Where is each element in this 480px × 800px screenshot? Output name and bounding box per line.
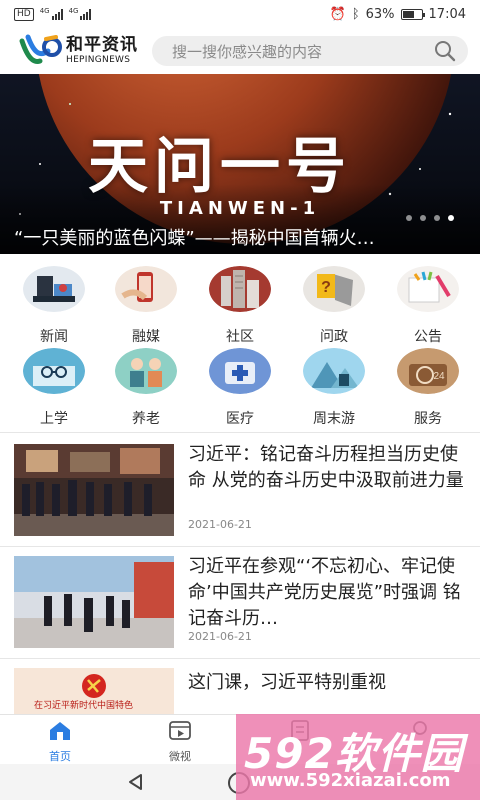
banner-caption[interactable]: “一只美丽的蓝色闪蝶”——揭秘中国首辆火… xyxy=(14,224,375,250)
news-thumbnail: 在习近平新时代中国特色 xyxy=(14,668,174,714)
news-thumbnail xyxy=(14,444,174,536)
category-label: 服务 xyxy=(414,411,442,427)
search-icon[interactable] xyxy=(434,40,456,62)
divider xyxy=(0,432,480,433)
watermark: 592软件园 www.592xiazai.com xyxy=(236,714,480,800)
carousel-dot[interactable] xyxy=(420,215,426,221)
battery-icon xyxy=(400,8,425,20)
hd-badge: HD xyxy=(14,7,34,21)
logo-mark-icon xyxy=(19,34,62,64)
app-header: 和平资讯 HEPINGNEWS 搜一搜你感兴趣的内容 xyxy=(0,28,480,74)
news-date: 2021-06-21 xyxy=(188,518,252,531)
status-bar: HD 4G 4G ⏰ ᛒ 63% 17:04 xyxy=(0,0,480,28)
tab-video[interactable]: 微视 xyxy=(120,715,240,764)
banner-title: 天问一号 xyxy=(88,132,352,202)
category-inquiry[interactable]: ? 问政 xyxy=(294,266,374,346)
app-logo[interactable]: 和平资讯 HEPINGNEWS xyxy=(18,33,138,69)
tab-home[interactable]: 首页 xyxy=(0,715,120,764)
bluetooth-icon: ᛒ xyxy=(351,6,360,22)
watermark-url: www.592xiazai.com xyxy=(250,770,451,791)
tab-label: 首页 xyxy=(49,750,71,763)
weekend-travel-icon xyxy=(303,348,365,394)
logo-subtitle: HEPINGNEWS xyxy=(66,55,131,65)
news-item[interactable]: 习近平在参观“‘不忘初心、牢记使命’中国共产党历史展览”时强调 铭记奋斗历… 2… xyxy=(0,546,480,656)
signal-icon: 4G xyxy=(40,8,63,20)
carousel-dot-active[interactable] xyxy=(448,215,454,221)
category-label: 社区 xyxy=(226,329,254,345)
svg-text:24: 24 xyxy=(433,371,445,382)
news-date: 2021-06-21 xyxy=(188,630,252,643)
back-icon[interactable] xyxy=(126,772,146,792)
category-service[interactable]: 24 服务 xyxy=(388,348,468,428)
search-placeholder: 搜一搜你感兴趣的内容 xyxy=(172,42,323,61)
news-item[interactable]: 习近平：铭记奋斗历程担当历史使命 从党的奋斗历史中汲取前进力量 2021-06-… xyxy=(0,434,480,544)
category-elderly-care[interactable]: 养老 xyxy=(106,348,186,428)
category-label: 上学 xyxy=(40,411,68,427)
service-icon: 24 xyxy=(397,348,459,394)
logo-title: 和平资讯 xyxy=(66,35,138,55)
home-icon xyxy=(50,722,70,740)
media-icon xyxy=(115,266,177,312)
category-label: 医疗 xyxy=(226,411,254,427)
category-weekend-travel[interactable]: 周末游 xyxy=(294,348,374,428)
alarm-icon: ⏰ xyxy=(329,6,346,22)
category-media[interactable]: 融媒 xyxy=(106,266,186,346)
category-label: 融媒 xyxy=(132,329,160,345)
news-title: 习近平：铭记奋斗历程担当历史使命 从党的奋斗历史中汲取前进力量 xyxy=(188,444,464,491)
medical-icon xyxy=(209,348,271,394)
news-item[interactable]: 在习近平新时代中国特色 这门课，习近平特别重视 xyxy=(0,658,480,714)
carousel-dots[interactable] xyxy=(406,215,454,221)
svg-text:?: ? xyxy=(321,279,331,296)
news-icon xyxy=(23,266,85,312)
category-news[interactable]: 新闻 xyxy=(14,266,94,346)
tab-label: 微视 xyxy=(169,750,191,763)
category-school[interactable]: 上学 xyxy=(14,348,94,428)
hero-banner[interactable]: 天问一号 TIANWEN-1 “一只美丽的蓝色闪蝶”——揭秘中国首辆火… xyxy=(0,74,480,254)
category-label: 公告 xyxy=(414,329,442,345)
news-title: 这门课，习近平特别重视 xyxy=(188,672,386,693)
category-label: 周末游 xyxy=(313,411,355,427)
school-icon xyxy=(23,348,85,394)
battery-percent: 63% xyxy=(365,6,395,22)
community-icon xyxy=(209,266,271,312)
category-medical[interactable]: 医疗 xyxy=(200,348,280,428)
elderly-care-icon xyxy=(115,348,177,394)
search-input[interactable]: 搜一搜你感兴趣的内容 xyxy=(152,36,468,66)
category-label: 问政 xyxy=(320,329,348,345)
signal-icon-2: 4G xyxy=(69,8,92,20)
category-label: 养老 xyxy=(132,411,160,427)
inquiry-icon: ? xyxy=(303,266,365,312)
category-announcement[interactable]: 公告 xyxy=(388,266,468,346)
carousel-dot[interactable] xyxy=(406,215,412,221)
category-grid: 新闻 融媒 社区 ? 问政 公告 上学 养老 医疗 周末游 24 服务 xyxy=(0,254,480,430)
category-community[interactable]: 社区 xyxy=(200,266,280,346)
news-thumbnail xyxy=(14,556,174,648)
category-label: 新闻 xyxy=(40,329,68,345)
video-icon xyxy=(169,721,191,740)
carousel-dot[interactable] xyxy=(434,215,440,221)
announcement-icon xyxy=(397,266,459,312)
news-title: 习近平在参观“‘不忘初心、牢记使命’中国共产党历史展览”时强调 铭记奋斗历… xyxy=(188,556,461,629)
clock: 17:04 xyxy=(428,6,466,22)
thumbnail-caption: 在习近平新时代中国特色 xyxy=(34,701,134,711)
